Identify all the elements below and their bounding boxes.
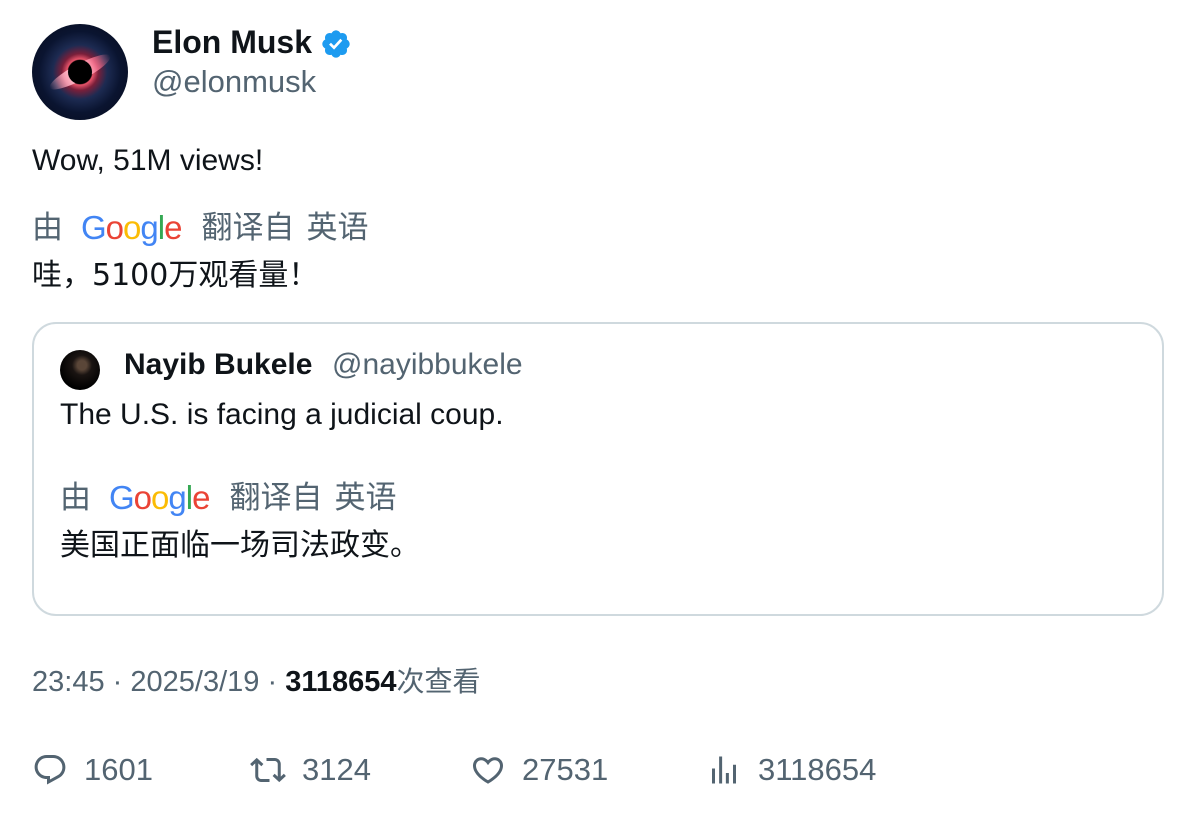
views-count: 3118654 <box>758 752 877 787</box>
like-count: 27531 <box>522 752 609 787</box>
retweet-count: 3124 <box>302 752 371 787</box>
tweet-text: Wow, 51M views! <box>32 144 264 177</box>
google-logo: Google <box>81 209 182 246</box>
translation-by-label: 由 <box>60 480 91 516</box>
reply-count: 1601 <box>84 752 153 787</box>
heart-icon <box>472 757 504 784</box>
tweet-time[interactable]: 23:45 <box>32 666 105 698</box>
quoted-author-avatar <box>60 350 100 390</box>
meta-separator: · <box>112 666 123 698</box>
retweet-icon <box>250 757 286 783</box>
author-handle[interactable]: @elonmusk <box>152 62 316 102</box>
action-bar: 1601 3124 27531 3118654 <box>0 748 1196 792</box>
translation-attribution: 由 Google 翻译自 英语 <box>32 208 368 248</box>
author-avatar[interactable] <box>32 24 128 120</box>
verified-badge-icon <box>322 30 350 58</box>
quoted-author-name: Nayib Bukele <box>124 348 313 381</box>
translation-by-label: 由 <box>32 210 63 246</box>
google-logo: Google <box>109 479 210 516</box>
retweet-button[interactable]: 3124 <box>250 748 371 792</box>
views-count: 3118654 <box>285 666 397 698</box>
like-button[interactable]: 27531 <box>470 748 608 792</box>
author-name[interactable]: Elon Musk <box>152 22 312 62</box>
bar-chart-icon <box>712 756 736 784</box>
reply-button[interactable]: 1601 <box>32 748 153 792</box>
quoted-tweet-text: The U.S. is facing a judicial coup. <box>60 398 504 431</box>
quoted-tweet-card[interactable]: Nayib Bukele @nayibbukele The U.S. is fa… <box>32 322 1164 616</box>
meta-separator: · <box>267 666 278 698</box>
quoted-author-handle: @nayibbukele <box>332 348 523 381</box>
views-label: 次查看 <box>396 665 481 698</box>
reply-icon <box>34 755 66 785</box>
translation-language: 英语 <box>306 210 369 246</box>
translation-from-label: 翻译自 <box>229 480 323 516</box>
views-button[interactable]: 3118654 <box>706 748 876 792</box>
tweet-date[interactable]: 2025/3/19 <box>130 666 259 698</box>
quoted-translated-text: 美国正面临一场司法政变。 <box>60 528 420 563</box>
tweet-translated-text: 哇，5100万观看量！ <box>32 258 319 293</box>
tweet-meta: 23:45 · 2025/3/19 · 3118654次查看 <box>32 662 481 702</box>
quoted-translation-attribution: 由 Google 翻译自 英语 <box>60 478 396 518</box>
translation-language: 英语 <box>334 480 397 516</box>
translation-from-label: 翻译自 <box>201 210 295 246</box>
